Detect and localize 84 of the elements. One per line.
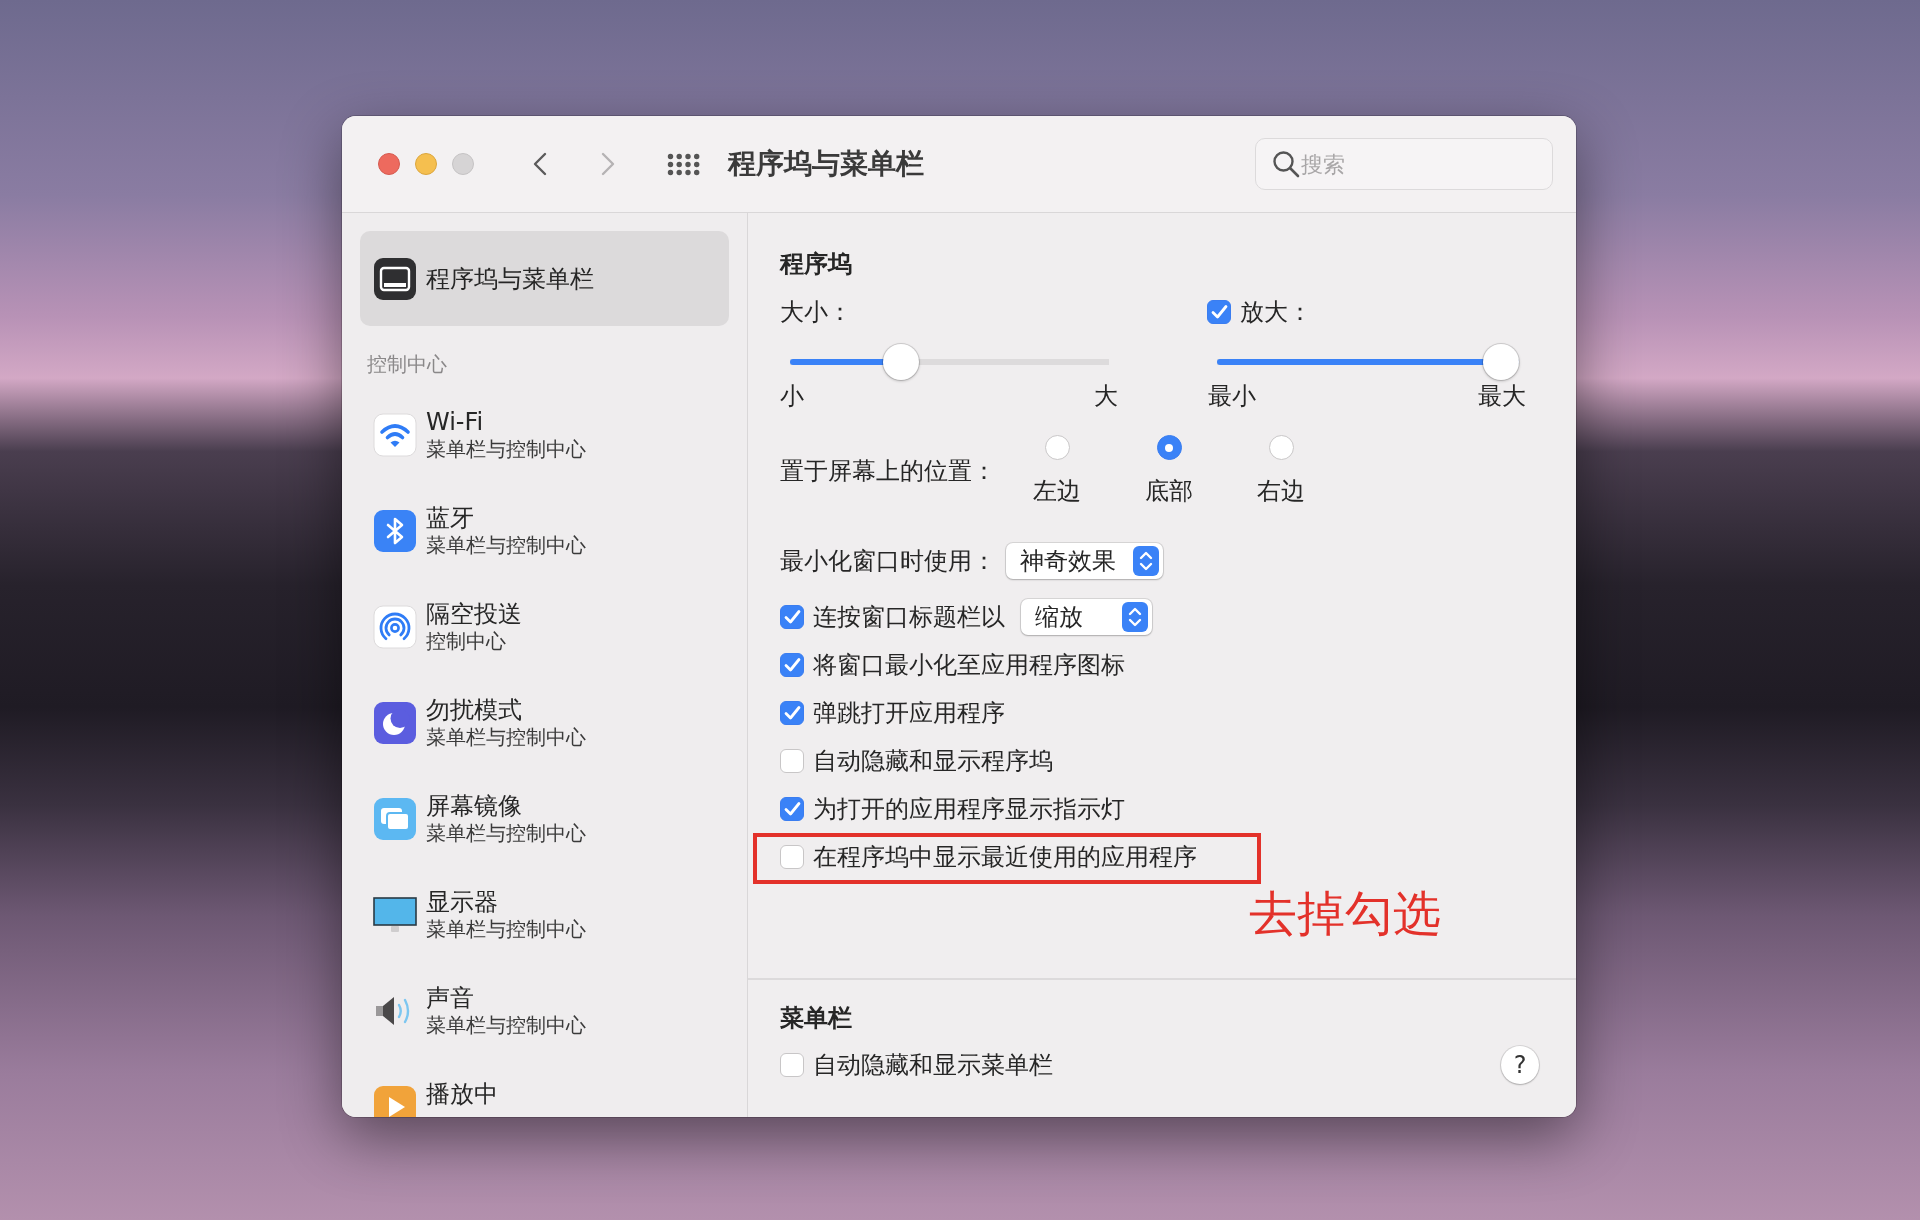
radio-button[interactable] xyxy=(1268,435,1294,460)
item-subtitle: 菜单栏与控制中心 xyxy=(426,436,586,462)
section-heading: 菜单栏 xyxy=(780,1003,853,1033)
checkbox[interactable] xyxy=(780,1053,804,1077)
window-icon xyxy=(373,256,417,301)
search-icon xyxy=(1272,150,1300,178)
section-heading: 程序坞 xyxy=(780,249,853,279)
wifi-icon xyxy=(373,413,417,457)
range-label: 大 xyxy=(1094,381,1118,411)
up-down-arrows-icon xyxy=(1122,602,1148,632)
grid-icon[interactable] xyxy=(667,152,700,176)
item-subtitle: 菜单栏与控制中心 xyxy=(426,532,586,558)
sidebar-item[interactable]: 隔空投送 控制中心 xyxy=(360,579,729,675)
slider-thumb[interactable] xyxy=(1483,344,1519,380)
close-button[interactable] xyxy=(378,153,400,175)
radio-button[interactable] xyxy=(1156,435,1182,460)
item-subtitle: 菜单栏与控制中心 xyxy=(426,1012,586,1038)
sidebar-item[interactable]: 程序坞与菜单栏 xyxy=(360,231,729,326)
checkbox[interactable] xyxy=(780,653,804,677)
moon-icon xyxy=(373,701,417,745)
sidebar-item[interactable]: 勿扰模式 菜单栏与控制中心 xyxy=(360,675,729,771)
checkmark-icon xyxy=(783,657,801,673)
checkbox[interactable] xyxy=(780,797,804,821)
overlapping-screens-icon xyxy=(373,797,417,841)
checkbox-label: 将窗口最小化至应用程序图标 xyxy=(813,650,1125,680)
bluetooth-icon xyxy=(373,509,417,553)
item-subtitle: 控制中心 xyxy=(426,628,507,654)
checkbox-label: 放大： xyxy=(1240,297,1312,327)
sidebar-item[interactable]: 屏幕镜像 菜单栏与控制中心 xyxy=(360,771,729,867)
item-subtitle: 菜单栏与控制中心 xyxy=(426,724,586,750)
checkbox-label: 弹跳打开应用程序 xyxy=(813,698,1005,728)
sidebar-item[interactable]: Wi-Fi 菜单栏与控制中心 xyxy=(360,387,729,483)
item-title: 隔空投送 xyxy=(426,600,522,628)
checkbox[interactable] xyxy=(780,749,804,773)
annotation-text: 去掉勾选 xyxy=(1249,885,1441,941)
popup-button[interactable]: 神奇效果 xyxy=(1006,543,1163,579)
up-down-arrows-icon xyxy=(1133,546,1159,576)
checkbox[interactable] xyxy=(1207,300,1231,324)
window-title: 程序坞与菜单栏 xyxy=(728,146,924,182)
checkmark-icon xyxy=(1210,304,1228,320)
sidebar-item[interactable]: 显示器 菜单栏与控制中心 xyxy=(360,867,729,963)
sidebar-item[interactable]: 声音 菜单栏与控制中心 xyxy=(360,963,729,1059)
checkbox-label: 在程序坞中显示最近使用的应用程序 xyxy=(813,842,1197,872)
checkmark-icon xyxy=(783,705,801,721)
item-subtitle: 菜单栏与控制中心 xyxy=(426,820,586,846)
signal-rings-icon xyxy=(373,605,417,649)
item-subtitle: 菜单栏与控制中心 xyxy=(426,916,586,942)
item-title: Wi-Fi xyxy=(426,408,485,436)
item-title: 程序坞与菜单栏 xyxy=(426,264,594,293)
item-title: 蓝牙 xyxy=(426,504,475,532)
popup-button[interactable]: 缩放 xyxy=(1021,599,1152,635)
checkbox-label: 自动隐藏和显示菜单栏 xyxy=(813,1050,1053,1080)
radio-label: 左边 xyxy=(1033,476,1081,506)
radio-button[interactable] xyxy=(1044,435,1070,460)
checkbox[interactable] xyxy=(780,605,804,629)
checkmark-icon xyxy=(783,609,801,625)
item-title: 显示器 xyxy=(426,888,499,916)
help-button[interactable]: ? xyxy=(1501,1046,1539,1084)
checkbox[interactable] xyxy=(780,701,804,725)
chevron-left-icon[interactable] xyxy=(533,152,547,176)
checkbox-label: 连按窗口标题栏以 xyxy=(813,602,1005,632)
checkbox-label: 自动隐藏和显示程序坞 xyxy=(813,746,1053,776)
checkbox[interactable] xyxy=(780,845,804,869)
range-label: 小 xyxy=(780,381,804,411)
play-icon xyxy=(373,1085,417,1117)
sidebar-item[interactable]: 蓝牙 菜单栏与控制中心 xyxy=(360,483,729,579)
checkmark-icon xyxy=(783,801,801,817)
radio-label: 底部 xyxy=(1145,476,1193,506)
position-label: 置于屏幕上的位置： xyxy=(780,455,997,486)
search-field[interactable]: 搜索 xyxy=(1255,138,1553,190)
sidebar-item[interactable]: 播放中 xyxy=(360,1059,729,1117)
popup-label: 最小化窗口时使用： xyxy=(780,546,996,576)
range-label: 最小 xyxy=(1208,381,1256,411)
item-title: 播放中 xyxy=(426,1080,498,1108)
slider-label: 大小： xyxy=(780,297,852,327)
item-title: 声音 xyxy=(426,984,475,1012)
item-title: 勿扰模式 xyxy=(426,696,523,724)
item-title: 屏幕镜像 xyxy=(426,792,523,820)
section-header: 控制中心 xyxy=(366,351,448,378)
slider-thumb[interactable] xyxy=(883,344,920,380)
checkbox-label: 为打开的应用程序显示指示灯 xyxy=(813,794,1125,824)
radio-label: 右边 xyxy=(1257,476,1305,506)
range-label: 最大 xyxy=(1478,381,1526,411)
minimize-button[interactable] xyxy=(415,153,437,175)
